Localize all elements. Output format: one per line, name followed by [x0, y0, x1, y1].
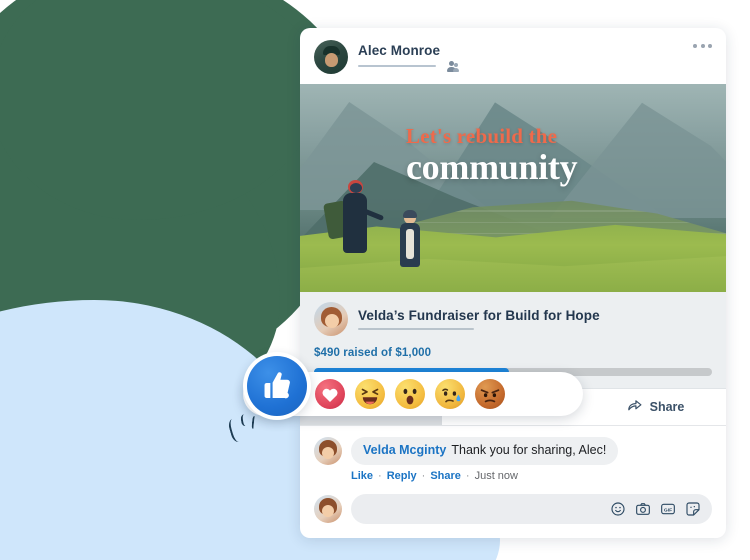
comment-author-avatar[interactable]	[314, 437, 342, 465]
fundraiser-header: Velda’s Fundraiser for Build for Hope	[314, 302, 712, 336]
person-figure-adult	[323, 180, 385, 278]
fundraiser-title[interactable]: Velda’s Fundraiser for Build for Hope	[358, 308, 600, 323]
like-reaction-badge[interactable]	[243, 352, 311, 420]
composer-avatar[interactable]	[314, 494, 342, 523]
meta-separator-1: ·	[378, 469, 382, 482]
comment-reply-link[interactable]: Reply	[387, 470, 417, 482]
comment-share-link[interactable]: Share	[430, 470, 461, 482]
comment-text: Thank you for sharing, Alec!	[451, 443, 607, 457]
reaction-wow-icon[interactable]	[395, 379, 425, 409]
meta-separator-2: ·	[421, 469, 426, 482]
thumbs-up-icon	[247, 356, 307, 416]
timestamp-placeholder-bar	[358, 64, 436, 68]
fundraiser-subtitle-placeholder	[358, 327, 474, 331]
post-header: Alec Monroe	[300, 28, 726, 84]
more-options-icon[interactable]	[693, 44, 712, 48]
comment-author-name[interactable]: Velda Mcginty	[363, 443, 446, 457]
sticker-icon[interactable]	[685, 501, 701, 517]
share-button[interactable]: Share	[584, 389, 726, 425]
share-arrow-icon	[626, 397, 643, 417]
share-button-label: Share	[649, 400, 685, 414]
reaction-angry-icon[interactable]	[475, 379, 505, 409]
comment-item: Velda Mcginty Thank you for sharing, Alec…	[300, 426, 726, 488]
hero-headline: Let's rebuild the community	[406, 126, 706, 187]
comment-body: Velda Mcginty Thank you for sharing, Alec…	[351, 437, 712, 482]
hero-headline-top: Let's rebuild the	[406, 124, 558, 148]
screenshot-stage: Alec Monroe Let's rebuild the community …	[0, 0, 750, 560]
gif-label: GIF	[664, 507, 672, 513]
post-hero-image[interactable]: Let's rebuild the community	[300, 84, 726, 292]
gif-icon[interactable]: GIF	[660, 501, 676, 517]
meta-separator-3: ·	[465, 469, 470, 482]
emoji-icon[interactable]	[610, 501, 626, 517]
post-header-text: Alec Monroe	[358, 43, 459, 72]
comment-composer: GIF	[300, 488, 726, 538]
person-figure-child	[396, 210, 426, 282]
comment-input[interactable]: GIF	[351, 493, 712, 524]
fundraiser-raised-label: $490 raised of $1,000	[314, 347, 432, 359]
reaction-love-icon[interactable]	[315, 379, 345, 409]
camera-icon[interactable]	[635, 501, 651, 517]
author-avatar[interactable]	[314, 40, 348, 74]
hero-headline-bottom: community	[406, 147, 578, 187]
fundraiser-avatar[interactable]	[314, 302, 348, 336]
comment-meta-row: Like · Reply · Share · Just now	[351, 470, 712, 482]
post-author-name[interactable]: Alec Monroe	[358, 43, 459, 58]
comment-bubble: Velda Mcginty Thank you for sharing, Alec…	[351, 437, 619, 465]
reaction-sad-icon[interactable]	[435, 379, 465, 409]
post-meta-row	[358, 60, 459, 72]
motion-lines-icon	[226, 412, 268, 446]
reaction-haha-icon[interactable]	[355, 379, 385, 409]
comment-like-link[interactable]: Like	[351, 470, 373, 482]
social-post-card: Alec Monroe Let's rebuild the community …	[300, 28, 726, 538]
friends-icon	[445, 60, 459, 72]
fundraiser-text: Velda’s Fundraiser for Build for Hope	[358, 308, 600, 331]
comment-timestamp: Just now	[474, 469, 518, 482]
